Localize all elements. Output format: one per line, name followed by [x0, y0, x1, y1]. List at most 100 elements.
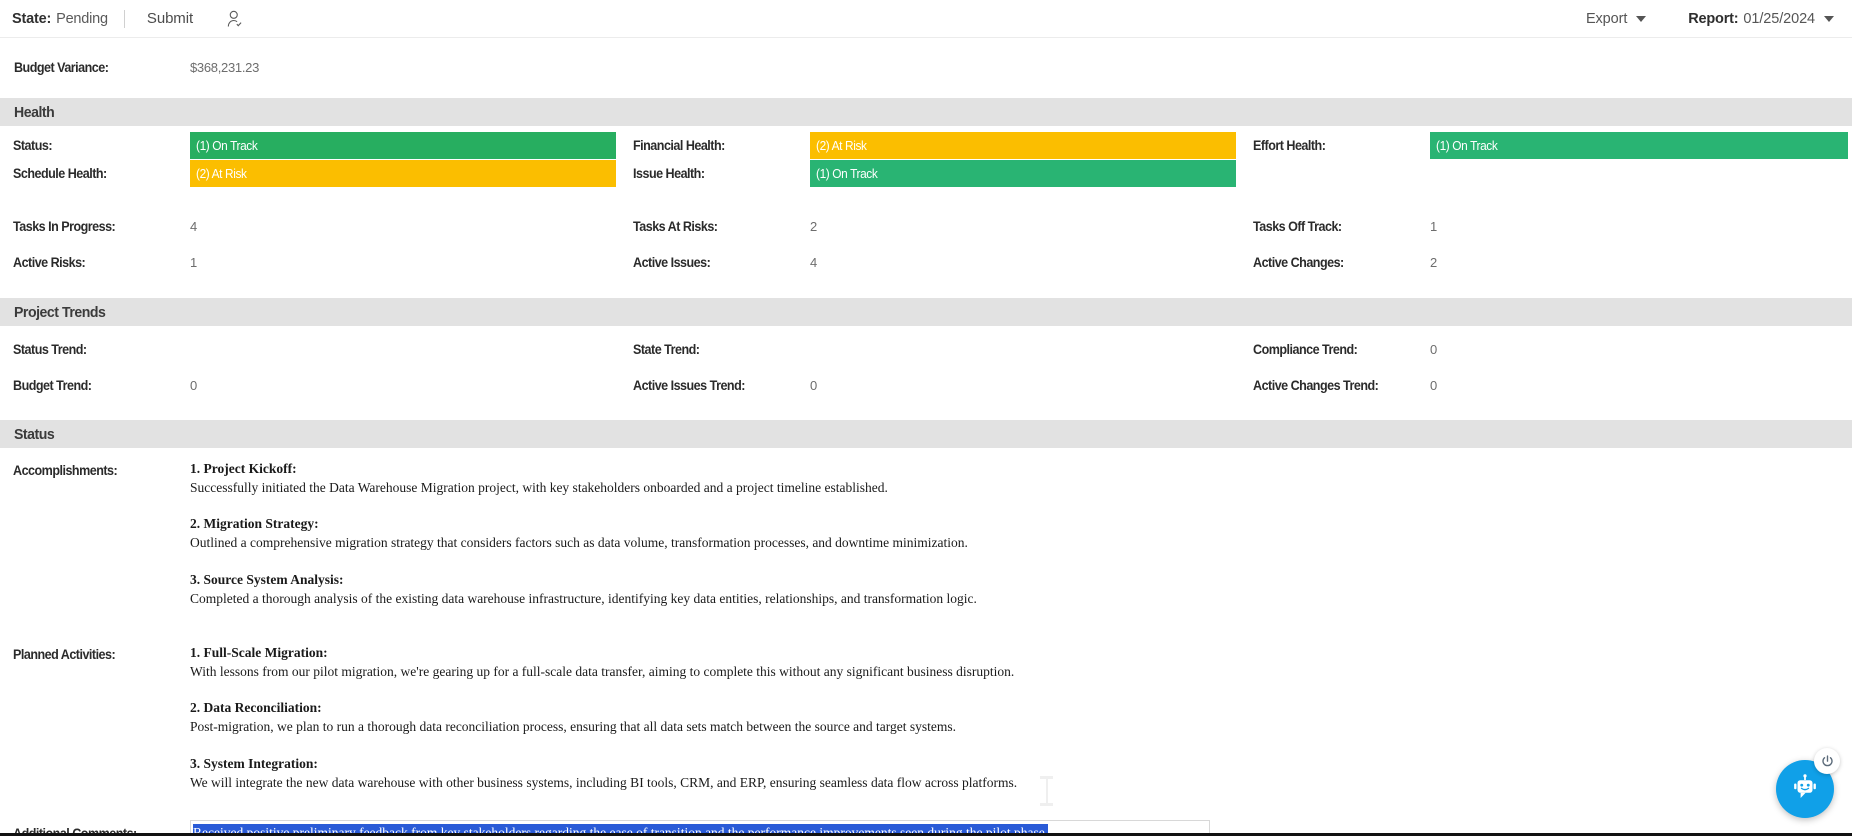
accomplishment-body: Successfully initiated the Data Warehous… — [190, 480, 888, 496]
state-value: Pending — [56, 10, 108, 27]
financial-health-value: (2) At Risk — [816, 138, 867, 153]
accomplishments-content[interactable]: 1. Project Kickoff: Successfully initiat… — [190, 459, 1852, 608]
section-title: Status — [14, 425, 55, 443]
planned-activities-content[interactable]: 1. Full-Scale Migration: With lessons fr… — [190, 643, 1852, 792]
metric-label: Active Risks: — [13, 255, 86, 270]
trends-row-1: Status Trend: State Trend: Compliance Tr… — [0, 336, 1852, 363]
chevron-down-icon — [1636, 16, 1647, 22]
trends-row-2: Budget Trend: 0 Active Issues Trend: 0 A… — [0, 372, 1852, 399]
metric-label: Active Issues: — [633, 255, 711, 270]
metric-active-changes: Active Changes: 2 — [1240, 249, 1852, 276]
planned-activity-heading: 1. Full-Scale Migration: — [190, 644, 328, 660]
submit-button[interactable]: Submit — [141, 8, 199, 29]
planned-activity-body: Post-migration, we plan to run a thoroug… — [190, 719, 957, 735]
trend-value: 0 — [810, 378, 817, 393]
trend-value: 0 — [190, 378, 197, 393]
section-header-project-trends: Project Trends — [0, 298, 1852, 326]
section-title: Project Trends — [14, 303, 106, 321]
health-status-grid: Status: (1) On Track Financial Health: (… — [0, 132, 1852, 159]
accomplishments-field: Accomplishments: 1. Project Kickoff: Suc… — [0, 456, 1852, 622]
trend-value: 0 — [1430, 342, 1437, 357]
state-label: State: — [12, 10, 52, 27]
metric-active-issues: Active Issues: 4 — [620, 249, 1240, 276]
top-toolbar: State: Pending Submit Export Report: 01/… — [0, 0, 1852, 38]
toolbar-divider — [123, 9, 125, 28]
metric-tasks-at-risks: Tasks At Risks: 2 — [620, 213, 1240, 240]
effort-health-label: Effort Health: — [1253, 138, 1326, 153]
toolbar-left-group: State: Pending Submit — [12, 8, 245, 29]
accomplishment-body: Completed a thorough analysis of the exi… — [190, 590, 977, 606]
effort-health-value: (1) On Track — [1436, 138, 1498, 153]
planned-activities-field: Planned Activities: 1. Full-Scale Migrat… — [0, 640, 1852, 806]
health-field-issue: Issue Health: (1) On Track — [620, 160, 1240, 187]
health-field-status: Status: (1) On Track — [0, 132, 620, 159]
toolbar-right-group: Export Report: 01/25/2024 — [1586, 0, 1834, 38]
planned-activity-heading: 2. Data Reconciliation: — [190, 700, 322, 716]
metric-label: Tasks In Progress: — [13, 219, 116, 234]
accomplishment-heading: 3. Source System Analysis: — [190, 571, 344, 587]
issue-health-value: (1) On Track — [816, 166, 878, 181]
trend-active-issues: Active Issues Trend: 0 — [620, 372, 1240, 399]
trend-label: Compliance Trend: — [1253, 342, 1358, 357]
trend-label: Status Trend: — [13, 342, 87, 357]
planned-activity-body: With lessons from our pilot migration, w… — [190, 664, 1015, 680]
section-header-health: Health — [0, 98, 1852, 126]
effort-health-badge: (1) On Track — [1430, 132, 1848, 159]
trend-label: State Trend: — [633, 342, 700, 357]
trend-status: Status Trend: — [0, 336, 620, 363]
export-label: Export — [1585, 11, 1628, 27]
metric-value: 2 — [810, 219, 817, 234]
status-badge: (1) On Track — [190, 132, 616, 159]
issue-health-badge: (1) On Track — [810, 160, 1236, 187]
export-button[interactable]: Export — [1585, 11, 1647, 27]
financial-health-badge: (2) At Risk — [810, 132, 1236, 159]
metric-value: 2 — [1430, 255, 1437, 270]
trend-budget: Budget Trend: 0 — [0, 372, 620, 399]
health-field-financial: Financial Health: (2) At Risk — [620, 132, 1240, 159]
chevron-down-icon — [1824, 16, 1834, 22]
planned-activity-body: We will integrate the new data warehouse… — [190, 774, 1018, 790]
accomplishment-heading: 1. Project Kickoff: — [190, 461, 297, 476]
section-title: Health — [14, 103, 55, 121]
accomplishment-heading: 2. Migration Strategy: — [190, 516, 319, 532]
health-field-effort: Effort Health: (1) On Track — [1240, 132, 1852, 159]
person-check-icon[interactable] — [225, 9, 245, 29]
accomplishment-body: Outlined a comprehensive migration strat… — [190, 535, 968, 551]
financial-health-label: Financial Health: — [633, 138, 725, 153]
budget-variance-label: Budget Variance: — [14, 59, 109, 75]
budget-variance-row: Budget Variance: $368,231.23 — [0, 48, 1852, 86]
metric-label: Active Changes: — [1253, 255, 1344, 270]
power-icon — [1821, 754, 1833, 766]
metric-label: Tasks Off Track: — [1253, 219, 1342, 234]
metric-active-risks: Active Risks: 1 — [0, 249, 620, 276]
planned-activities-label: Planned Activities: — [13, 646, 116, 662]
metric-value: 1 — [1430, 219, 1437, 234]
trend-active-changes: Active Changes Trend: 0 — [1240, 372, 1852, 399]
metric-value: 4 — [810, 255, 817, 270]
chat-power-toggle[interactable] — [1814, 748, 1840, 774]
health-metrics-row-1: Tasks In Progress: 4 Tasks At Risks: 2 T… — [0, 213, 1852, 240]
metric-label: Tasks At Risks: — [633, 219, 718, 234]
metric-value: 1 — [190, 255, 197, 270]
health-field-empty — [1240, 160, 1852, 187]
budget-variance-value: $368,231.23 — [190, 59, 259, 75]
planned-activity-heading: 3. System Integration: — [190, 755, 318, 771]
report-label: Report: — [1688, 11, 1739, 27]
trend-label: Active Issues Trend: — [633, 378, 745, 393]
trend-label: Budget Trend: — [13, 378, 92, 393]
issue-health-label: Issue Health: — [633, 166, 705, 181]
status-value: (1) On Track — [196, 138, 258, 153]
health-field-schedule: Schedule Health: (2) At Risk — [0, 160, 620, 187]
robot-chat-icon — [1794, 774, 1816, 798]
health-status-grid-row2: Schedule Health: (2) At Risk Issue Healt… — [0, 160, 1852, 187]
trend-state: State Trend: — [620, 336, 1240, 363]
section-header-status: Status — [0, 420, 1852, 448]
report-date-selector[interactable]: Report: 01/25/2024 — [1688, 11, 1834, 27]
schedule-health-label: Schedule Health: — [13, 166, 107, 181]
trend-label: Active Changes Trend: — [1253, 378, 1379, 393]
